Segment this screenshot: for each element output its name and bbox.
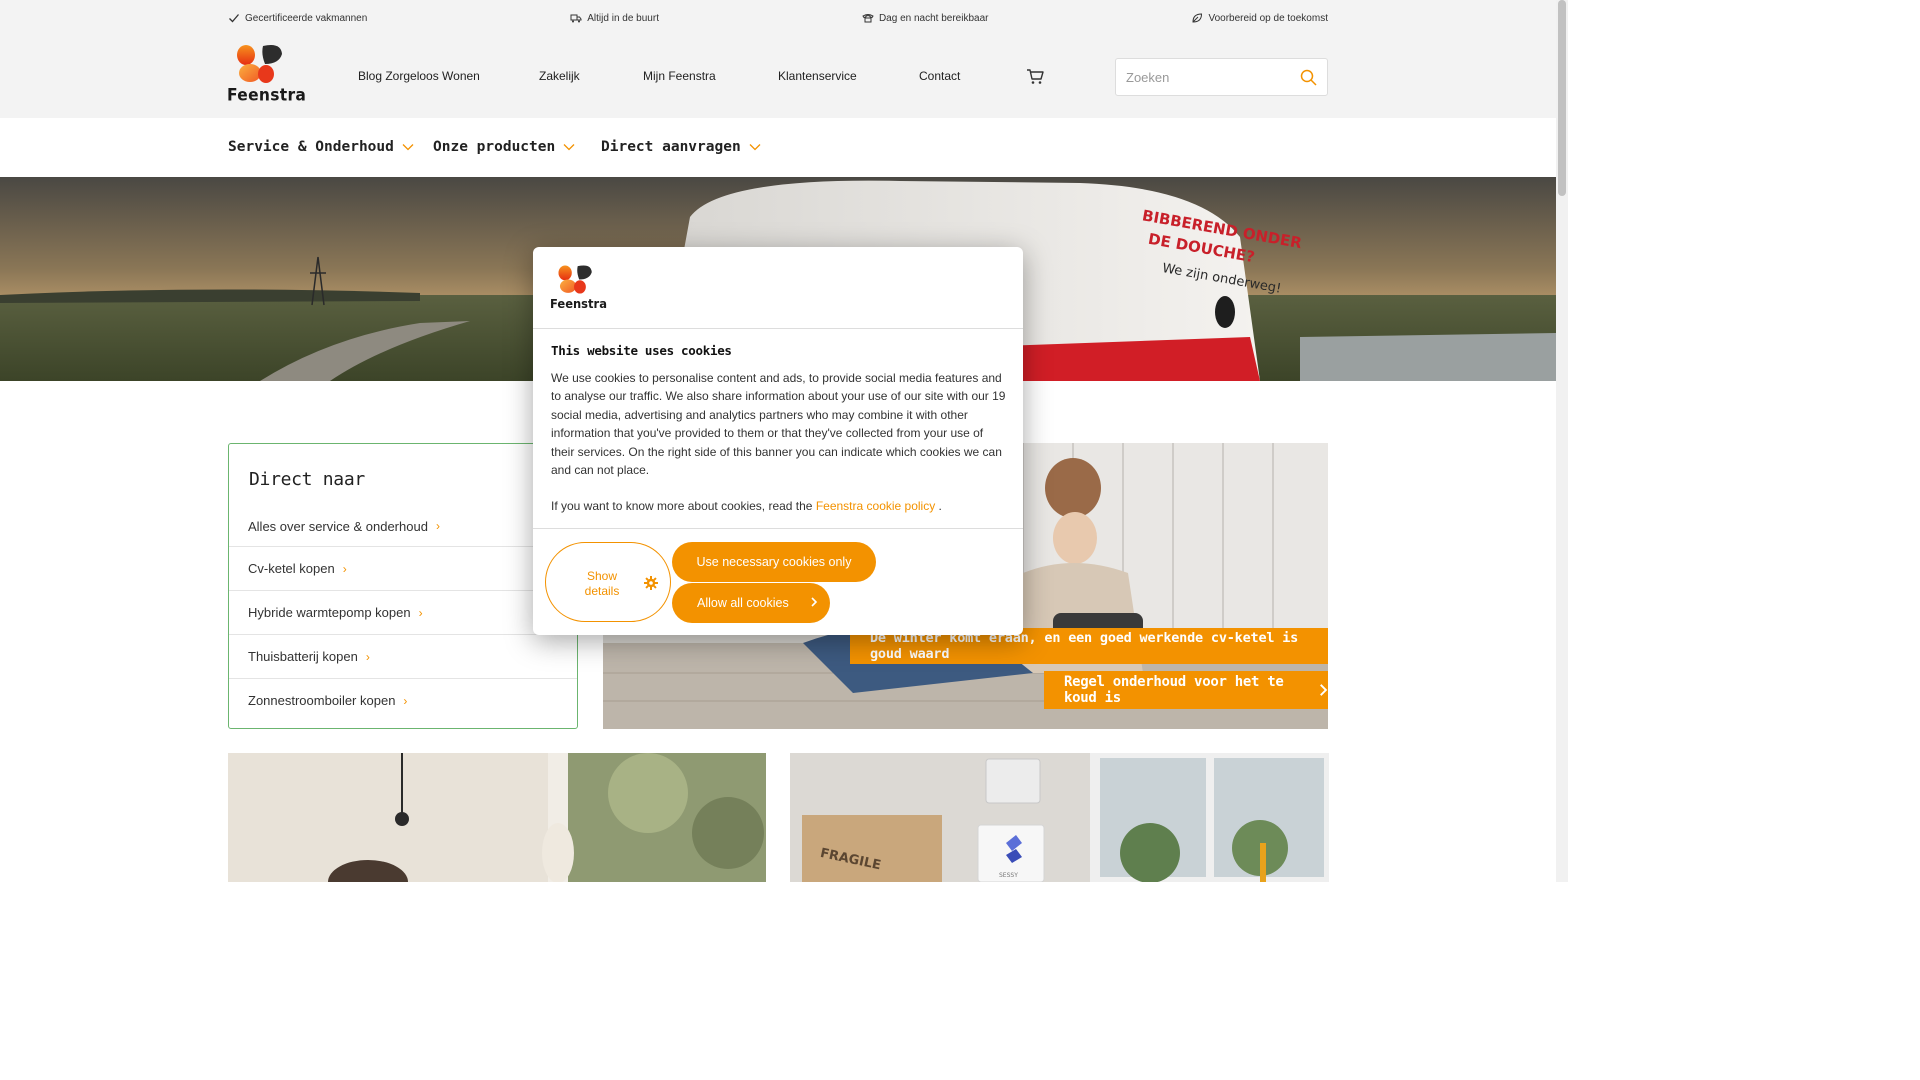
direct-naar-title: Direct naar bbox=[249, 469, 365, 490]
allow-all-cookies-button[interactable]: Allow all cookies bbox=[672, 583, 830, 623]
check-icon bbox=[229, 14, 239, 23]
category-direct-aanvragen[interactable]: Direct aanvragen bbox=[601, 139, 761, 155]
chevron-right-icon: › bbox=[435, 519, 440, 533]
direct-link-label: Hybride warmtepomp kopen bbox=[248, 605, 411, 620]
gear-icon bbox=[644, 576, 658, 590]
search-icon[interactable] bbox=[1300, 69, 1317, 86]
direct-link-label: Zonnestroomboiler kopen bbox=[248, 693, 396, 708]
cookie-policy-text: If you want to know more about cookies, … bbox=[551, 497, 1007, 515]
header: Gecertificeerde vakmannen Altijd in de b… bbox=[0, 0, 1556, 118]
direct-link-service[interactable]: Alles over service & onderhoud › bbox=[229, 504, 577, 548]
cookie-body: We use cookies to personalise content an… bbox=[551, 371, 1006, 478]
search-input[interactable] bbox=[1116, 59, 1286, 95]
promo-cta-button[interactable]: Regel onderhoud voor het te koud is bbox=[1044, 671, 1328, 709]
chevron-right-icon bbox=[811, 597, 818, 607]
product-image-right[interactable]: FRAGILE SESSY bbox=[790, 753, 1329, 882]
usp-item: Dag en nacht bereikbaar bbox=[862, 10, 989, 26]
nav-klantenservice[interactable]: Klantenservice bbox=[778, 69, 857, 83]
category-nav: Service & Onderhoud Onze producten Direc… bbox=[0, 118, 1556, 177]
chevron-down-icon bbox=[749, 144, 761, 151]
direct-link-warmtepomp[interactable]: Hybride warmtepomp kopen › bbox=[229, 590, 577, 634]
direct-link-label: Thuisbatterij kopen bbox=[248, 649, 358, 664]
cookie-policy-link[interactable]: Feenstra cookie policy bbox=[816, 499, 935, 513]
cart-icon[interactable] bbox=[1026, 69, 1044, 85]
policy-prefix: If you want to know more about cookies, … bbox=[551, 499, 816, 513]
butterfly-logo-icon bbox=[558, 265, 592, 294]
allow-all-label: Allow all cookies bbox=[697, 596, 789, 610]
interior-photo bbox=[228, 753, 766, 882]
feenstra-logo[interactable]: Feenstra bbox=[227, 44, 306, 105]
direct-link-thuisbatterij[interactable]: Thuisbatterij kopen › bbox=[229, 634, 577, 678]
device-text: SESSY bbox=[999, 872, 1018, 879]
leaf-icon bbox=[1192, 13, 1203, 23]
usp-label: Voorbereid op de toekomst bbox=[1208, 12, 1328, 24]
cookie-logo: Feenstra bbox=[550, 264, 610, 314]
use-necessary-cookies-button[interactable]: Use necessary cookies only bbox=[672, 542, 876, 582]
direct-link-label: Cv-ketel kopen bbox=[248, 561, 335, 576]
cookie-consent-dialog: Feenstra This website uses cookies We us… bbox=[533, 247, 1023, 635]
scrollbar-thumb[interactable] bbox=[1558, 0, 1566, 196]
promo-cta-label: Regel onderhoud voor het te koud is bbox=[1064, 674, 1284, 706]
direct-link-cv-ketel[interactable]: Cv-ketel kopen › bbox=[229, 546, 577, 590]
usp-label: Altijd in de buurt bbox=[587, 12, 659, 24]
direct-naar-card: Direct naar Alles over service & onderho… bbox=[228, 443, 578, 729]
usp-label: Gecertificeerde vakmannen bbox=[245, 12, 368, 24]
direct-link-label: Alles over service & onderhoud bbox=[248, 518, 428, 534]
category-onze-producten[interactable]: Onze producten bbox=[433, 139, 575, 155]
category-label: Direct aanvragen bbox=[601, 139, 741, 155]
chevron-right-icon: › bbox=[418, 605, 423, 620]
show-details-line-1: Show bbox=[586, 569, 618, 583]
category-service-onderhoud[interactable]: Service & Onderhoud bbox=[228, 139, 414, 155]
phone-icon bbox=[862, 14, 874, 23]
direct-link-zonnestroomboiler[interactable]: Zonnestroomboiler kopen › bbox=[229, 678, 577, 722]
chevron-down-icon bbox=[563, 144, 575, 151]
chevron-right-icon: › bbox=[342, 561, 347, 576]
category-label: Service & Onderhoud bbox=[228, 139, 394, 155]
nav-zakelijk[interactable]: Zakelijk bbox=[539, 69, 580, 83]
nav-contact[interactable]: Contact bbox=[919, 69, 960, 83]
usp-item: Voorbereid op de toekomst bbox=[1191, 10, 1328, 26]
logo-wordmark: Feenstra bbox=[550, 296, 607, 312]
divider bbox=[533, 528, 1023, 529]
product-image-left[interactable] bbox=[228, 753, 766, 882]
policy-suffix: . bbox=[935, 499, 942, 513]
nav-mijn-feenstra[interactable]: Mijn Feenstra bbox=[643, 69, 716, 83]
chevron-right-icon: › bbox=[365, 649, 370, 664]
chevron-right-icon: › bbox=[403, 693, 408, 708]
butterfly-logo-icon bbox=[237, 45, 282, 83]
usp-item: Altijd in de buurt bbox=[570, 10, 659, 26]
category-label: Onze producten bbox=[433, 139, 556, 155]
usp-bar: Gecertificeerde vakmannen Altijd in de b… bbox=[228, 10, 1328, 26]
cookie-title: This website uses cookies bbox=[551, 343, 732, 358]
chevron-right-icon bbox=[1320, 684, 1328, 696]
divider bbox=[533, 328, 1023, 329]
search-box bbox=[1115, 58, 1328, 96]
van-icon bbox=[570, 14, 582, 23]
nav-blog[interactable]: Blog Zorgeloos Wonen bbox=[358, 69, 480, 83]
battery-photo: FRAGILE SESSY bbox=[790, 753, 1329, 882]
logo-wordmark: Feenstra bbox=[227, 85, 307, 105]
show-details-button[interactable]: Show details bbox=[545, 542, 671, 622]
usp-item: Gecertificeerde vakmannen bbox=[228, 10, 367, 26]
usp-label: Dag en nacht bereikbaar bbox=[878, 12, 989, 24]
show-details-label: Show details bbox=[546, 569, 658, 599]
page-scrollbar[interactable] bbox=[1556, 0, 1568, 882]
show-details-line-2: details bbox=[584, 584, 620, 598]
chevron-down-icon bbox=[402, 144, 414, 151]
